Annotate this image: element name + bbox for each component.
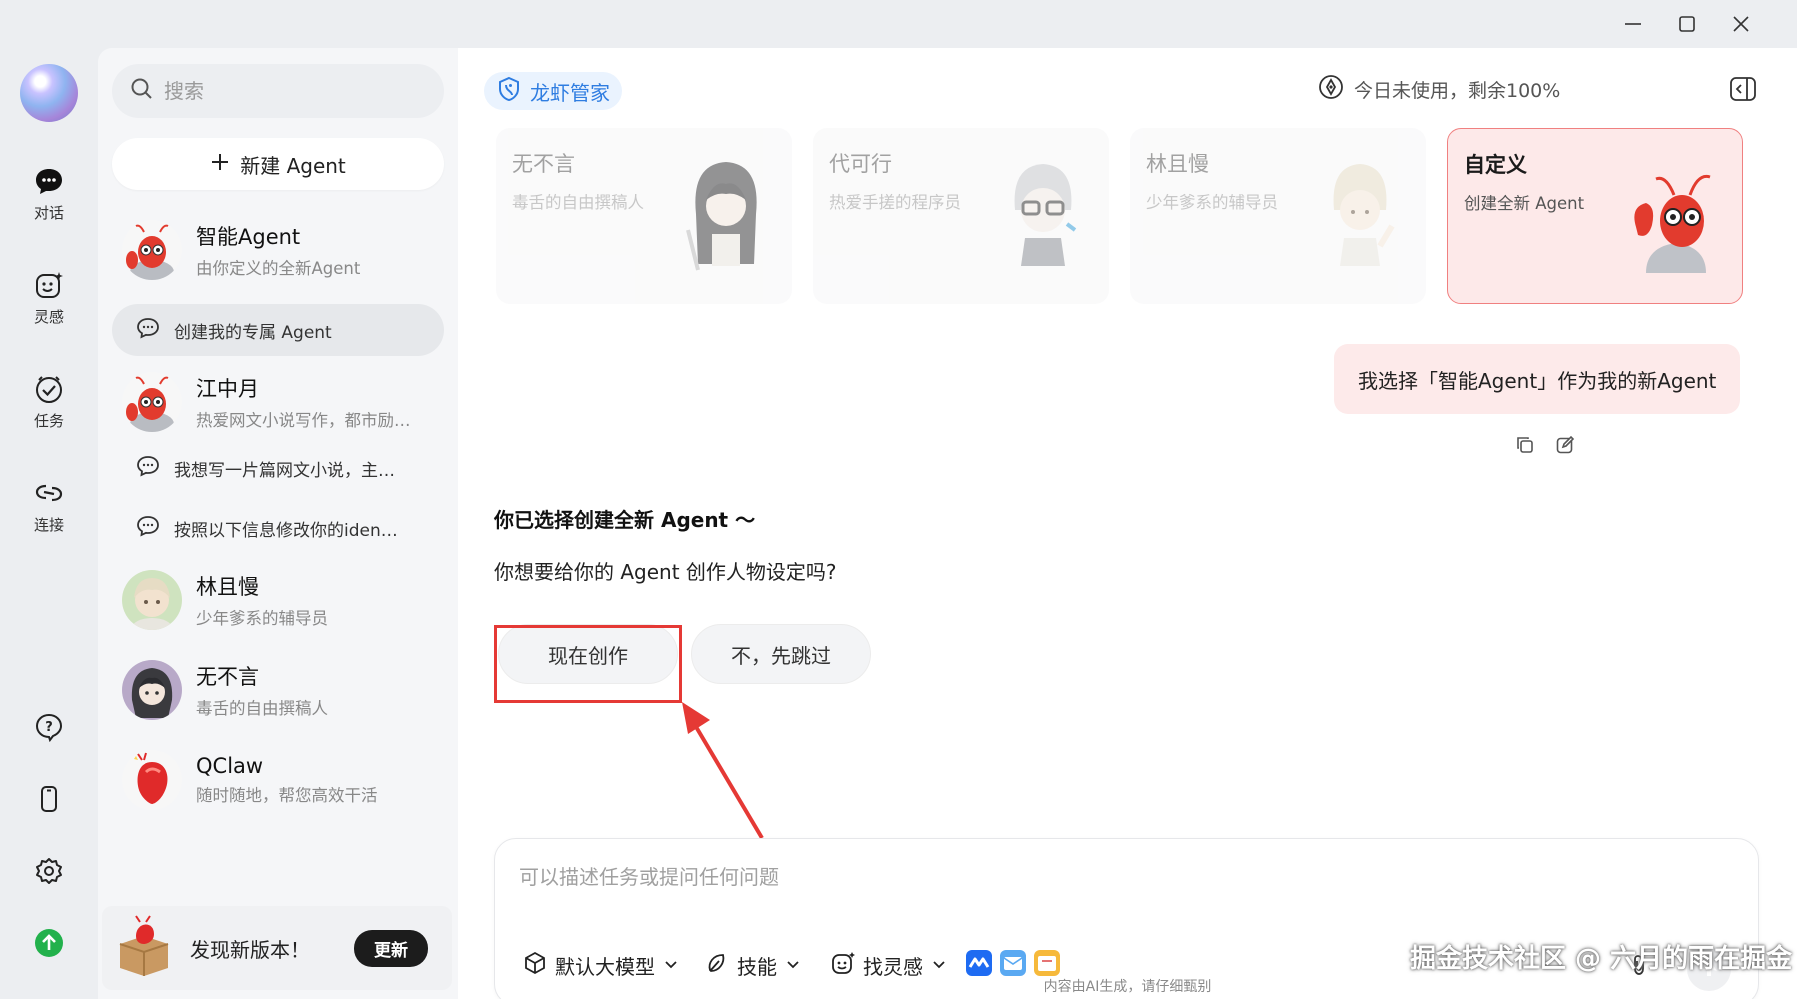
agent-name: 林且慢 (196, 575, 259, 599)
chevron-down-icon (931, 953, 947, 977)
copy-icon[interactable] (1512, 432, 1538, 458)
reply-question: 你想要给你的 Agent 创作人物设定吗? (494, 560, 837, 584)
lobster-avatar (122, 372, 182, 432)
agent-item-qclaw[interactable]: QClaw 随时随地，帮您高效干活 (110, 744, 446, 816)
shield-logo-icon (496, 76, 522, 107)
persona-desc: 毒舌的自由撰稿人 (512, 193, 644, 212)
maximize-button[interactable] (1672, 10, 1702, 38)
character-illustration (1310, 154, 1410, 274)
agent-name: 智能Agent (196, 225, 301, 249)
rail-item-inspiration[interactable]: 灵感 (14, 270, 84, 327)
persona-card[interactable]: 无不言 毒舌的自由撰稿人 (496, 128, 792, 304)
pointer-arrow (682, 702, 764, 840)
upgrade-icon[interactable] (30, 924, 68, 962)
main-panel: 龙虾管家 今日未使用，剩余100% 无不言 毒舌的自由撰稿人 代可行 热爱手搓的… (458, 48, 1797, 999)
comment-icon (136, 454, 160, 483)
agent-item-lin-qie-man[interactable]: 林且慢 少年爹系的辅导员 (110, 564, 446, 636)
rail-item-connect[interactable]: 连接 (14, 478, 84, 535)
agent-item-smart-agent[interactable]: 智能Agent 由你定义的全新Agent (110, 214, 446, 286)
rail-label: 任务 (33, 412, 64, 430)
nav-rail: 对话 灵感 任务 连接 ? (0, 48, 98, 999)
conversation-title: 我想写一片篇网文小说，主… (174, 460, 395, 481)
usage-status: 今日未使用，剩余100% (1318, 74, 1560, 105)
new-agent-label: 新建 Agent (240, 153, 346, 178)
agent-desc: 热爱网文小说写作，都市励… (196, 411, 411, 430)
agent-name: QClaw (196, 754, 264, 778)
persona-desc: 少年爹系的辅导员 (1146, 193, 1278, 212)
persona-card-selected[interactable]: 自定义 创建全新 Agent (1447, 128, 1743, 304)
new-agent-button[interactable]: 新建 Agent (112, 138, 444, 190)
character-avatar (122, 660, 182, 720)
rail-item-tasks[interactable]: 任务 (14, 374, 84, 431)
sidebar: 新建 Agent 智能Agent 由你定义的全新Agent 创建我的专属 Age… (98, 48, 458, 999)
user-message-bubble: 我选择「智能Agent」作为我的新Agent (1334, 344, 1741, 414)
search-icon (130, 77, 154, 105)
panel-toggle-icon[interactable] (1728, 74, 1758, 104)
rail-label: 灵感 (33, 308, 64, 326)
phone-icon[interactable] (30, 780, 68, 818)
watermark: 掘金技术社区 @ 六月的雨在掘金 (1410, 944, 1793, 974)
reply-title: 你已选择创建全新 Agent 〜 (494, 508, 756, 532)
close-button[interactable] (1726, 10, 1756, 38)
title-bar (0, 0, 1797, 48)
plus-icon (210, 152, 230, 177)
agent-desc: 由你定义的全新Agent (196, 259, 361, 278)
brand-name: 龙虾管家 (530, 80, 610, 105)
agent-name: 无不言 (196, 665, 259, 689)
minimize-button[interactable] (1618, 10, 1648, 38)
agent-name: 江中月 (196, 377, 259, 401)
search-input[interactable] (164, 79, 414, 103)
qclaw-avatar (122, 750, 182, 810)
skip-button[interactable]: 不，先跳过 (691, 624, 871, 684)
usage-text: 今日未使用，剩余100% (1354, 80, 1561, 102)
persona-card[interactable]: 林且慢 少年爹系的辅导员 (1130, 128, 1426, 304)
rail-item-chat[interactable]: 对话 (14, 166, 84, 223)
character-avatar (122, 570, 182, 630)
rail-label: 对话 (33, 204, 64, 222)
lobster-illustration (1626, 155, 1726, 275)
persona-cards: 无不言 毒舌的自由撰稿人 代可行 热爱手搓的程序员 林且慢 少年爹系的辅导员 自… (496, 128, 1766, 308)
agent-item-jiang-zhong-yue[interactable]: 江中月 热爱网文小说写作，都市励… (110, 366, 446, 438)
search-box[interactable] (112, 64, 444, 118)
comment-icon (136, 316, 160, 345)
conversation-item[interactable]: 创建我的专属 Agent (112, 304, 444, 356)
ai-disclaimer: 内容由AI生成，请仔细甄别 (1043, 979, 1212, 995)
agent-desc: 随时随地，帮您高效干活 (196, 786, 378, 805)
chevron-down-icon (785, 953, 801, 977)
update-button[interactable]: 更新 (354, 929, 428, 967)
agent-desc: 毒舌的自由撰稿人 (196, 699, 328, 718)
comment-icon (136, 514, 160, 543)
conversation-item[interactable]: 我想写一片篇网文小说，主… (112, 442, 444, 494)
gift-box-icon (112, 914, 176, 982)
brand-badge[interactable]: 龙虾管家 (484, 72, 622, 110)
check-circle-icon (34, 374, 64, 404)
rail-label: 连接 (33, 516, 64, 534)
chevron-down-icon (663, 953, 679, 977)
settings-icon[interactable] (30, 852, 68, 890)
svg-text:?: ? (45, 720, 53, 735)
help-icon[interactable]: ? (30, 708, 68, 746)
highlight-box (494, 625, 682, 703)
persona-desc: 热爱手搓的程序员 (829, 193, 961, 212)
agent-item-wu-bu-yan[interactable]: 无不言 毒舌的自由撰稿人 (110, 654, 446, 726)
conversation-title: 创建我的专属 Agent (174, 322, 332, 343)
character-illustration (993, 154, 1093, 274)
conversation-item[interactable]: 按照以下信息修改你的iden… (112, 502, 444, 554)
link-icon (34, 478, 64, 508)
character-illustration (676, 154, 776, 274)
lobster-avatar (122, 220, 182, 280)
smiley-sparkle-icon (34, 270, 64, 300)
update-banner: 发现新版本！ 更新 (102, 906, 452, 990)
compass-icon (1318, 74, 1344, 105)
edit-icon[interactable] (1552, 432, 1578, 458)
user-avatar[interactable] (20, 64, 78, 122)
message-input[interactable] (519, 861, 1419, 901)
agent-desc: 少年爹系的辅导员 (196, 609, 328, 628)
persona-card[interactable]: 代可行 热爱手搓的程序员 (813, 128, 1109, 304)
chat-bubble-icon (34, 166, 64, 196)
conversation-title: 按照以下信息修改你的iden… (174, 520, 398, 541)
update-message: 发现新版本！ (190, 937, 310, 962)
